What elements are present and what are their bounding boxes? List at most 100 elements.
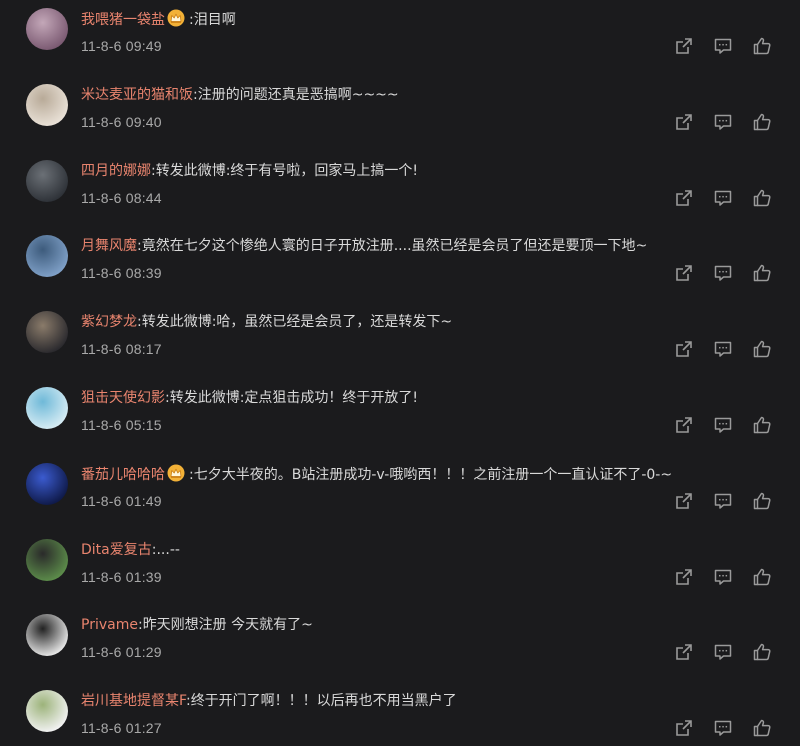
share-icon[interactable] — [674, 415, 694, 435]
comment-text: 昨天刚想注册 今天就有了~ — [142, 617, 313, 634]
comment-actions — [674, 415, 772, 435]
reply-icon[interactable] — [713, 339, 733, 359]
comment-actions — [674, 491, 772, 511]
username-link[interactable]: 岩川基地提督某F — [81, 693, 186, 709]
like-icon[interactable] — [752, 415, 772, 435]
reply-icon[interactable] — [713, 718, 733, 738]
comment-item: 米达麦亚的猫和饭:注册的问题还真是恶搞啊~~~~ 11-8-6 09:40 — [0, 76, 800, 152]
username-link[interactable]: 我喂猪一袋盐 — [81, 12, 165, 28]
comment-line: Dita爱复古:...-- — [81, 540, 180, 560]
share-icon[interactable] — [674, 491, 694, 511]
timestamp: 11-8-6 01:27 — [81, 720, 162, 737]
username-link[interactable]: 番茄儿哈哈哈 — [81, 467, 165, 483]
share-icon[interactable] — [674, 339, 694, 359]
share-icon[interactable] — [674, 112, 694, 132]
comment-text: 转发此微博:定点狙击成功！终于开放了! — [169, 390, 419, 406]
crown-badge-icon — [167, 9, 185, 27]
comment-text: 竟然在七夕这个惨绝人寰的日子开放注册....虽然已经是会员了但还是要顶一下地~ — [141, 238, 648, 255]
avatar[interactable] — [26, 462, 68, 505]
share-icon[interactable] — [674, 718, 694, 738]
comment-actions — [674, 263, 772, 283]
comment-line: 紫幻梦龙:转发此微博:哈，虽然已经是会员了，还是转发下~ — [81, 312, 452, 332]
avatar[interactable] — [26, 83, 68, 126]
username-link[interactable]: Privame — [81, 617, 138, 633]
comment-feed: 我喂猪一袋盐:泪目啊 11-8-6 09:49 米达麦亚的猫和饭:注册的问题还真是恶… — [0, 0, 800, 746]
comment-actions — [674, 339, 772, 359]
comment-line: 我喂猪一袋盐:泪目啊 — [81, 9, 236, 29]
reply-icon[interactable] — [713, 491, 733, 511]
username-link[interactable]: 狙击天使幻影 — [81, 390, 165, 406]
reply-icon[interactable] — [713, 415, 733, 435]
comment-text: ...-- — [156, 541, 180, 558]
timestamp: 11-8-6 08:44 — [81, 189, 162, 206]
timestamp: 11-8-6 01:29 — [81, 644, 162, 661]
comment-item: 岩川基地提督某F:终于开门了啊！！！以后再也不用当黑户了 11-8-6 01:27 — [0, 682, 800, 746]
comment-line: 月舞风魔:竟然在七夕这个惨绝人寰的日子开放注册....虽然已经是会员了但还是要顶… — [81, 236, 647, 256]
comment-text: 注册的问题还真是恶搞啊~~~~ — [197, 86, 399, 103]
comment-actions — [674, 642, 772, 662]
avatar[interactable] — [26, 311, 68, 354]
like-icon[interactable] — [752, 112, 772, 132]
username-link[interactable]: 月舞风魔 — [81, 238, 137, 254]
like-icon[interactable] — [752, 188, 772, 208]
timestamp: 11-8-6 01:39 — [81, 568, 162, 585]
avatar[interactable] — [26, 387, 68, 429]
share-icon[interactable] — [674, 263, 694, 283]
reply-icon[interactable] — [713, 112, 733, 132]
reply-icon[interactable] — [713, 36, 733, 56]
comment-line: Privame:昨天刚想注册 今天就有了~ — [81, 615, 313, 635]
avatar[interactable] — [26, 8, 68, 50]
timestamp: 11-8-6 09:49 — [81, 38, 162, 54]
timestamp: 11-8-6 09:40 — [81, 113, 162, 130]
comment-item: Privame:昨天刚想注册 今天就有了~ 11-8-6 01:29 — [0, 606, 800, 682]
avatar[interactable] — [26, 159, 68, 202]
comment-text: 泪目啊 — [193, 12, 236, 28]
crown-badge-icon — [167, 464, 185, 482]
comment-line: 四月的娜娜:转发此微博:终于有号啦，回家马上搞一个! — [81, 161, 418, 181]
like-icon[interactable] — [752, 718, 772, 738]
username-link[interactable]: 四月的娜娜 — [81, 163, 151, 179]
comment-actions — [674, 567, 772, 587]
like-icon[interactable] — [752, 339, 772, 359]
comment-actions — [674, 188, 772, 208]
comment-line: 番茄儿哈哈哈:七夕大半夜的。B站注册成功-v-哦哟西！！！之前注册一个一直认证不… — [81, 464, 672, 484]
comment-item: 我喂猪一袋盐:泪目啊 11-8-6 09:49 — [0, 0, 800, 76]
avatar[interactable] — [26, 235, 68, 278]
comment-item: 四月的娜娜:转发此微博:终于有号啦，回家马上搞一个! 11-8-6 08:44 — [0, 152, 800, 228]
comment-text: 转发此微博:哈，虽然已经是会员了，还是转发下~ — [141, 314, 453, 331]
reply-icon[interactable] — [713, 263, 733, 283]
avatar[interactable] — [26, 614, 68, 657]
reply-icon[interactable] — [713, 188, 733, 208]
reply-icon[interactable] — [713, 642, 733, 662]
comment-actions — [674, 112, 772, 132]
like-icon[interactable] — [752, 567, 772, 587]
avatar[interactable] — [26, 690, 68, 733]
share-icon[interactable] — [674, 567, 694, 587]
reply-icon[interactable] — [713, 567, 733, 587]
comment-actions — [674, 36, 772, 56]
comment-text: 七夕大半夜的。B站注册成功-v-哦哟西！！！之前注册一个一直认证不了-0-~ — [193, 466, 673, 483]
username-link[interactable]: 米达麦亚的猫和饭 — [81, 87, 193, 103]
comment-item: 月舞风魔:竟然在七夕这个惨绝人寰的日子开放注册....虽然已经是会员了但还是要顶… — [0, 227, 800, 303]
username-link[interactable]: Dita爱复古 — [81, 542, 152, 558]
comment-item: 紫幻梦龙:转发此微博:哈，虽然已经是会员了，还是转发下~ 11-8-6 08:17 — [0, 303, 800, 379]
like-icon[interactable] — [752, 642, 772, 662]
timestamp: 11-8-6 08:39 — [81, 265, 162, 282]
share-icon[interactable] — [674, 36, 694, 56]
share-icon[interactable] — [674, 188, 694, 208]
username-link[interactable]: 紫幻梦龙 — [81, 314, 137, 330]
like-icon[interactable] — [752, 263, 772, 283]
share-icon[interactable] — [674, 642, 694, 662]
like-icon[interactable] — [752, 36, 772, 56]
comment-item: 狙击天使幻影:转发此微博:定点狙击成功！终于开放了! 11-8-6 05:15 — [0, 379, 800, 455]
comment-item: 番茄儿哈哈哈:七夕大半夜的。B站注册成功-v-哦哟西！！！之前注册一个一直认证不… — [0, 455, 800, 531]
comment-text: 终于开门了啊！！！以后再也不用当黑户了 — [190, 693, 457, 710]
comment-actions — [674, 718, 772, 738]
timestamp: 11-8-6 01:49 — [81, 492, 162, 509]
comment-item: Dita爱复古:...-- 11-8-6 01:39 — [0, 531, 800, 607]
avatar[interactable] — [26, 538, 68, 581]
like-icon[interactable] — [752, 491, 772, 511]
timestamp: 11-8-6 05:15 — [81, 417, 162, 433]
comment-line: 岩川基地提督某F:终于开门了啊！！！以后再也不用当黑户了 — [81, 691, 457, 711]
timestamp: 11-8-6 08:17 — [81, 341, 162, 358]
